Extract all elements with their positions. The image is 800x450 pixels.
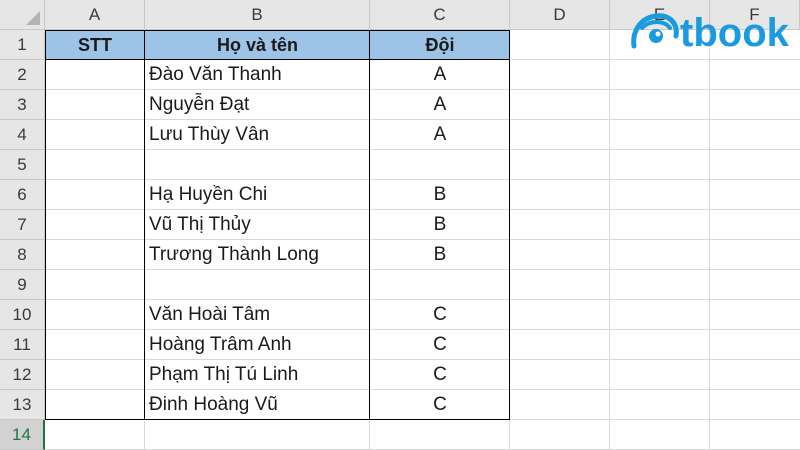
table-border-inner <box>369 30 370 420</box>
team-cell[interactable]: B <box>370 180 510 210</box>
column-header-b[interactable]: B <box>145 0 370 30</box>
select-all-corner[interactable] <box>0 0 45 30</box>
table-border-inner <box>144 30 145 420</box>
spreadsheet-grid: A B C D E F 1 2 3 4 5 6 7 8 9 10 11 12 1… <box>0 0 800 450</box>
header-cell-name[interactable]: Họ và tên <box>145 30 370 60</box>
table-border-bottom <box>45 419 510 420</box>
svg-text:tbook: tbook <box>680 11 790 54</box>
name-cell[interactable]: Hoàng Trâm Anh <box>145 330 370 360</box>
gridline <box>709 30 710 450</box>
header-cell-team[interactable]: Đội <box>370 30 510 60</box>
row-header-2[interactable]: 2 <box>0 60 45 90</box>
name-cell[interactable]: Văn Hoài Tâm <box>145 300 370 330</box>
name-cell[interactable] <box>145 150 370 180</box>
row-header-6[interactable]: 6 <box>0 180 45 210</box>
row-header-5[interactable]: 5 <box>0 150 45 180</box>
table-border-right <box>509 30 510 420</box>
team-cell[interactable] <box>370 270 510 300</box>
stt-cell[interactable] <box>45 390 145 420</box>
row-header-12[interactable]: 12 <box>0 360 45 390</box>
column-header-a[interactable]: A <box>45 0 145 30</box>
row-header-7[interactable]: 7 <box>0 210 45 240</box>
team-cell[interactable]: C <box>370 390 510 420</box>
name-cell[interactable]: Vũ Thị Thủy <box>145 210 370 240</box>
name-cell[interactable] <box>145 270 370 300</box>
row-header-14[interactable]: 14 <box>0 420 45 450</box>
team-cell[interactable]: C <box>370 300 510 330</box>
brand-logo-icon: tbook <box>631 11 790 55</box>
stt-cell[interactable] <box>45 210 145 240</box>
row-header-4[interactable]: 4 <box>0 120 45 150</box>
stt-cell[interactable] <box>45 270 145 300</box>
stt-cell[interactable] <box>45 120 145 150</box>
row-header-1[interactable]: 1 <box>0 30 45 60</box>
team-cell[interactable] <box>370 150 510 180</box>
team-cell[interactable]: A <box>370 90 510 120</box>
name-cell[interactable]: Đinh Hoàng Vũ <box>145 390 370 420</box>
row-header-10[interactable]: 10 <box>0 300 45 330</box>
row-header-9[interactable]: 9 <box>0 270 45 300</box>
column-header-d[interactable]: D <box>510 0 610 30</box>
name-cell[interactable]: Lưu Thùy Vân <box>145 120 370 150</box>
row-header-11[interactable]: 11 <box>0 330 45 360</box>
column-header-c[interactable]: C <box>370 0 510 30</box>
stt-cell[interactable] <box>45 240 145 270</box>
row-header-8[interactable]: 8 <box>0 240 45 270</box>
name-cell[interactable]: Phạm Thị Tú Linh <box>145 360 370 390</box>
stt-cell[interactable] <box>45 180 145 210</box>
name-cell[interactable]: Đào Văn Thanh <box>145 60 370 90</box>
header-cell-stt[interactable]: STT <box>45 30 145 60</box>
name-cell[interactable]: Hạ Huyền Chi <box>145 180 370 210</box>
stt-cell[interactable] <box>45 360 145 390</box>
table-border-header <box>45 59 510 60</box>
table-border-left <box>45 30 46 420</box>
name-cell[interactable]: Nguyễn Đạt <box>145 90 370 120</box>
stt-cell[interactable] <box>45 150 145 180</box>
stt-cell[interactable] <box>45 60 145 90</box>
team-cell[interactable]: A <box>370 60 510 90</box>
name-cell[interactable]: Trương Thành Long <box>145 240 370 270</box>
row-header-13[interactable]: 13 <box>0 390 45 420</box>
table-border-top <box>45 30 510 31</box>
team-cell[interactable]: A <box>370 120 510 150</box>
gridline <box>609 30 610 450</box>
row-header-3[interactable]: 3 <box>0 90 45 120</box>
stt-cell[interactable] <box>45 300 145 330</box>
team-cell[interactable]: C <box>370 330 510 360</box>
team-cell[interactable]: B <box>370 210 510 240</box>
stt-cell[interactable] <box>45 330 145 360</box>
team-cell[interactable]: B <box>370 240 510 270</box>
team-cell[interactable]: C <box>370 360 510 390</box>
stt-cell[interactable] <box>45 90 145 120</box>
brand-logo: tbook <box>630 6 800 55</box>
select-all-triangle-icon <box>26 11 40 25</box>
